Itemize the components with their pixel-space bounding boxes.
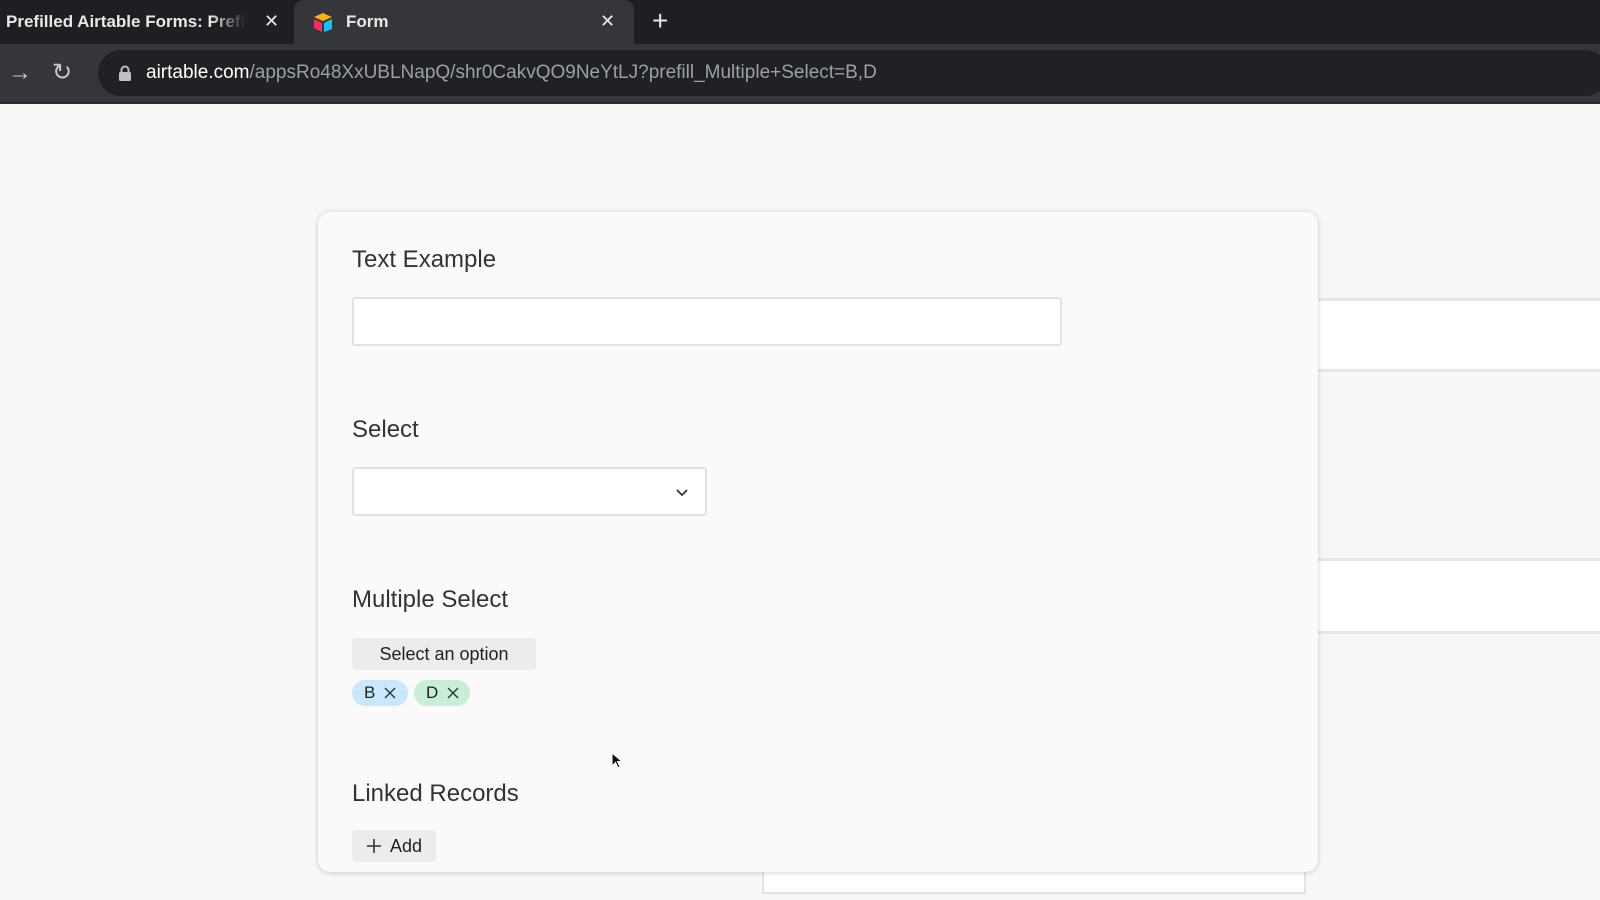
browser-tab-form[interactable]: Form ✕ [294, 0, 634, 44]
add-label: Add [389, 835, 423, 856]
url-path: /appsRo48XxUBLNapQ/shr0CakvQO9NeYtLJ?pre… [249, 62, 877, 83]
browser-tab-strip: Prefilled Airtable Forms: Prefill ✕ Form… [0, 0, 1600, 44]
select-label: Select [352, 416, 419, 443]
select-dropdown[interactable] [352, 467, 707, 516]
url-text: airtable.com/appsRo48XxUBLNapQ/shr0CakvQ… [146, 62, 877, 84]
background-panel [1296, 298, 1600, 372]
close-tab-icon[interactable]: ✕ [264, 11, 279, 32]
chip-label: B [364, 683, 376, 702]
address-bar[interactable]: airtable.com/appsRo48XxUBLNapQ/shr0CakvQ… [98, 50, 1600, 96]
close-icon[interactable] [383, 686, 397, 700]
browser-toolbar: → ↻ airtable.com/appsRo48XxUBLNapQ/shr0C… [0, 44, 1600, 104]
add-linked-record-button[interactable]: Add [352, 830, 436, 862]
close-tab-icon[interactable]: ✕ [600, 11, 615, 32]
selected-chip-d: D [414, 680, 470, 706]
url-host: airtable.com [146, 62, 250, 83]
browser-tab-prefilled-forms[interactable]: Prefilled Airtable Forms: Prefill ✕ [0, 0, 290, 44]
text-example-label: Text Example [352, 246, 497, 273]
new-tab-icon[interactable]: + [652, 6, 668, 36]
select-an-option-button[interactable]: Select an option [352, 638, 536, 670]
multiple-select-label: Multiple Select [352, 586, 509, 613]
tab-title: Prefilled Airtable Forms: Prefill [6, 12, 246, 31]
plus-icon [366, 839, 381, 853]
reload-icon[interactable]: ↻ [52, 59, 72, 87]
chevron-down-icon [676, 489, 688, 497]
airtable-logo-icon [314, 13, 332, 32]
selected-chip-b: B [352, 680, 408, 706]
background-panel [1296, 558, 1600, 634]
linked-records-label: Linked Records [352, 780, 519, 807]
lock-icon [119, 65, 131, 81]
form-card: Text Example Select Multiple Select Sele… [318, 212, 1318, 872]
mouse-pointer-icon [611, 752, 623, 769]
tab-title: Form [346, 12, 389, 31]
text-example-input[interactable] [352, 297, 1062, 346]
close-icon[interactable] [446, 686, 460, 700]
chip-label: D [426, 683, 439, 702]
forward-arrow-icon[interactable]: → [8, 59, 32, 87]
